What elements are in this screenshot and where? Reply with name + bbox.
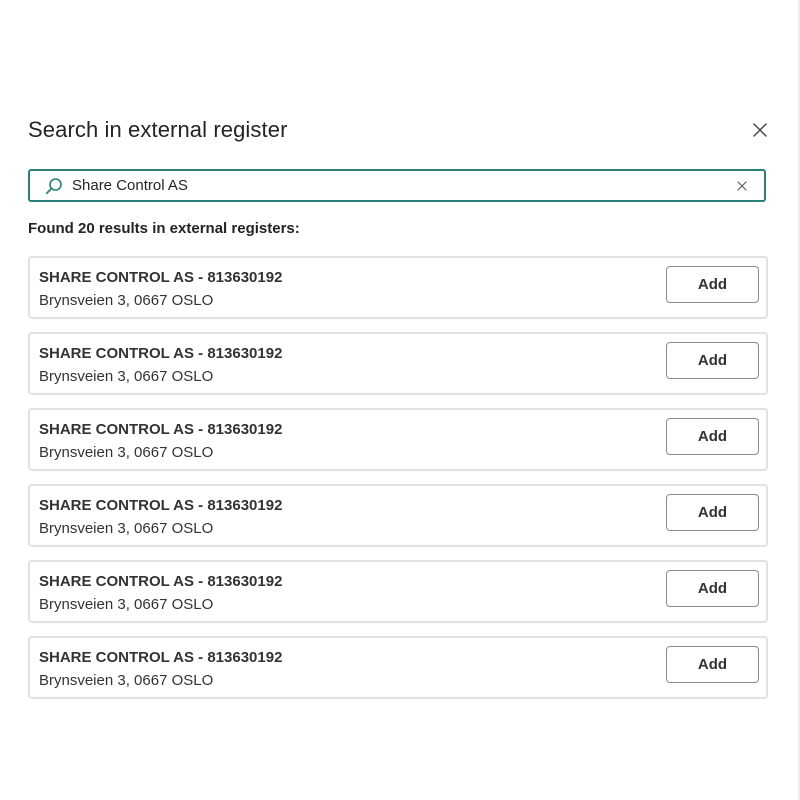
clear-search-button[interactable] [732,176,752,196]
search-icon [44,176,64,196]
page: Search in external register Share Contro… [0,0,800,800]
result-company-name: SHARE CONTROL AS - 813630192 [39,345,283,362]
clear-icon [737,180,747,191]
results-list: SHARE CONTROL AS - 813630192 Brynsveien … [28,256,770,712]
add-button[interactable]: Add [666,342,759,379]
result-card: SHARE CONTROL AS - 813630192 Brynsveien … [28,332,768,395]
add-button[interactable]: Add [666,494,759,531]
result-card: SHARE CONTROL AS - 813630192 Brynsveien … [28,636,768,699]
close-icon [753,123,767,137]
result-card: SHARE CONTROL AS - 813630192 Brynsveien … [28,256,768,319]
add-button[interactable]: Add [666,570,759,607]
dialog-title: Search in external register [28,117,288,142]
result-company-name: SHARE CONTROL AS - 813630192 [39,421,283,438]
result-address: Brynsveien 3, 0667 OSLO [39,368,214,385]
result-address: Brynsveien 3, 0667 OSLO [39,520,214,537]
add-button[interactable]: Add [666,418,759,455]
close-button[interactable] [746,116,774,144]
result-address: Brynsveien 3, 0667 OSLO [39,292,214,309]
results-count-heading: Found 20 results in external registers: [28,220,300,237]
result-card: SHARE CONTROL AS - 813630192 Brynsveien … [28,560,768,623]
result-company-name: SHARE CONTROL AS - 813630192 [39,269,283,286]
result-address: Brynsveien 3, 0667 OSLO [39,672,214,689]
result-company-name: SHARE CONTROL AS - 813630192 [39,649,283,666]
search-box[interactable] [28,169,766,202]
result-address: Brynsveien 3, 0667 OSLO [39,596,214,613]
add-button[interactable]: Add [666,646,759,683]
search-dialog: Search in external register Share Contro… [0,0,800,800]
result-card: SHARE CONTROL AS - 813630192 Brynsveien … [28,484,768,547]
result-company-name: SHARE CONTROL AS - 813630192 [39,497,283,514]
add-button[interactable]: Add [666,266,759,303]
result-company-name: SHARE CONTROL AS - 813630192 [39,573,283,590]
result-address: Brynsveien 3, 0667 OSLO [39,444,214,461]
result-card: SHARE CONTROL AS - 813630192 Brynsveien … [28,408,768,471]
search-input[interactable] [72,173,732,198]
